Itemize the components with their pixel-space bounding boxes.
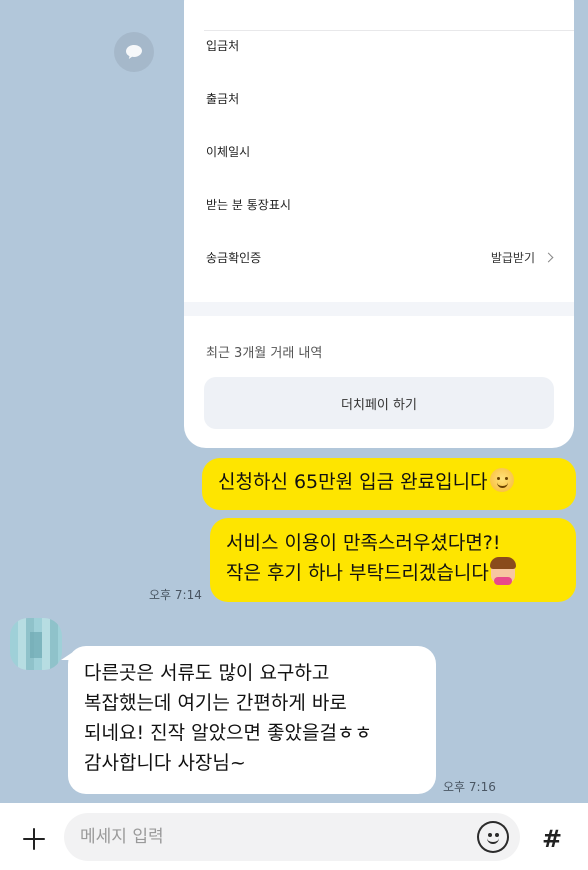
receipt-row-transfer-certificate[interactable]: 송금확인증 발급받기	[206, 245, 554, 269]
transfer-receipt-card: 입금처 출금처 이체일시 받는 분 통장표시 송금확인증 발급받기 최근 3개월…	[184, 0, 574, 448]
smiling-face-icon	[489, 468, 514, 492]
sent-timestamp: 오후 7:14	[149, 588, 202, 602]
received-message-bubble[interactable]: 다른곳은 서류도 많이 요구하고 복잡했는데 여기는 간편하게 바로 되네요! …	[61, 646, 436, 794]
message-line: 서비스 이용이 만족스러우셨다면?!	[226, 532, 501, 554]
section-divider	[184, 302, 574, 316]
share-icon[interactable]	[114, 32, 154, 72]
emoji-mouth	[487, 837, 499, 844]
message-input-bar: #	[0, 803, 588, 870]
emoji-icon[interactable]	[477, 821, 509, 853]
message-line: 작은 후기 하나 부탁드리겠습니다	[226, 562, 489, 584]
row-label: 받는 분 통장표시	[206, 197, 291, 212]
received-timestamp: 오후 7:16	[443, 780, 496, 794]
recent-transactions-label: 최근 3개월 거래 내역	[206, 346, 323, 361]
row-label: 입금처	[206, 38, 240, 53]
receipt-row-withdraw-from: 출금처	[206, 86, 552, 110]
hash-icon[interactable]: #	[532, 819, 572, 859]
issue-label: 발급받기	[490, 250, 535, 265]
receipt-row-deposit-to: 입금처	[206, 33, 552, 57]
receipt-row-recipient-display: 받는 분 통장표시	[206, 192, 552, 216]
message-text: 신청하신 65만원 입금 완료입니다	[218, 471, 488, 493]
dutch-pay-button[interactable]: 더치페이 하기	[204, 377, 554, 429]
message-input[interactable]	[64, 813, 520, 861]
avatar[interactable]	[10, 618, 62, 670]
receipt-row-transfer-datetime: 이체일시	[206, 139, 552, 163]
row-label: 이체일시	[206, 144, 251, 159]
person-bowing-icon	[489, 557, 516, 585]
sent-message-bubble[interactable]: 서비스 이용이 만족스러우셨다면?! 작은 후기 하나 부탁드리겠습니다	[210, 518, 576, 602]
issue-certificate-link[interactable]: 발급받기	[490, 249, 554, 266]
message-line: 다른곳은 서류도 많이 요구하고	[84, 662, 330, 684]
sent-message-bubble[interactable]: 신청하신 65만원 입금 완료입니다	[202, 458, 576, 510]
divider	[204, 30, 574, 31]
row-label: 송금확인증	[206, 250, 262, 265]
plus-icon[interactable]	[14, 819, 54, 859]
message-line: 되네요! 진작 알았으면 좋았을걸ㅎㅎ	[84, 722, 372, 744]
row-label: 출금처	[206, 91, 240, 106]
chevron-right-icon	[543, 252, 554, 262]
message-line: 감사합니다 사장님~	[84, 752, 246, 774]
message-line: 복잡했는데 여기는 간편하게 바로	[84, 692, 347, 714]
